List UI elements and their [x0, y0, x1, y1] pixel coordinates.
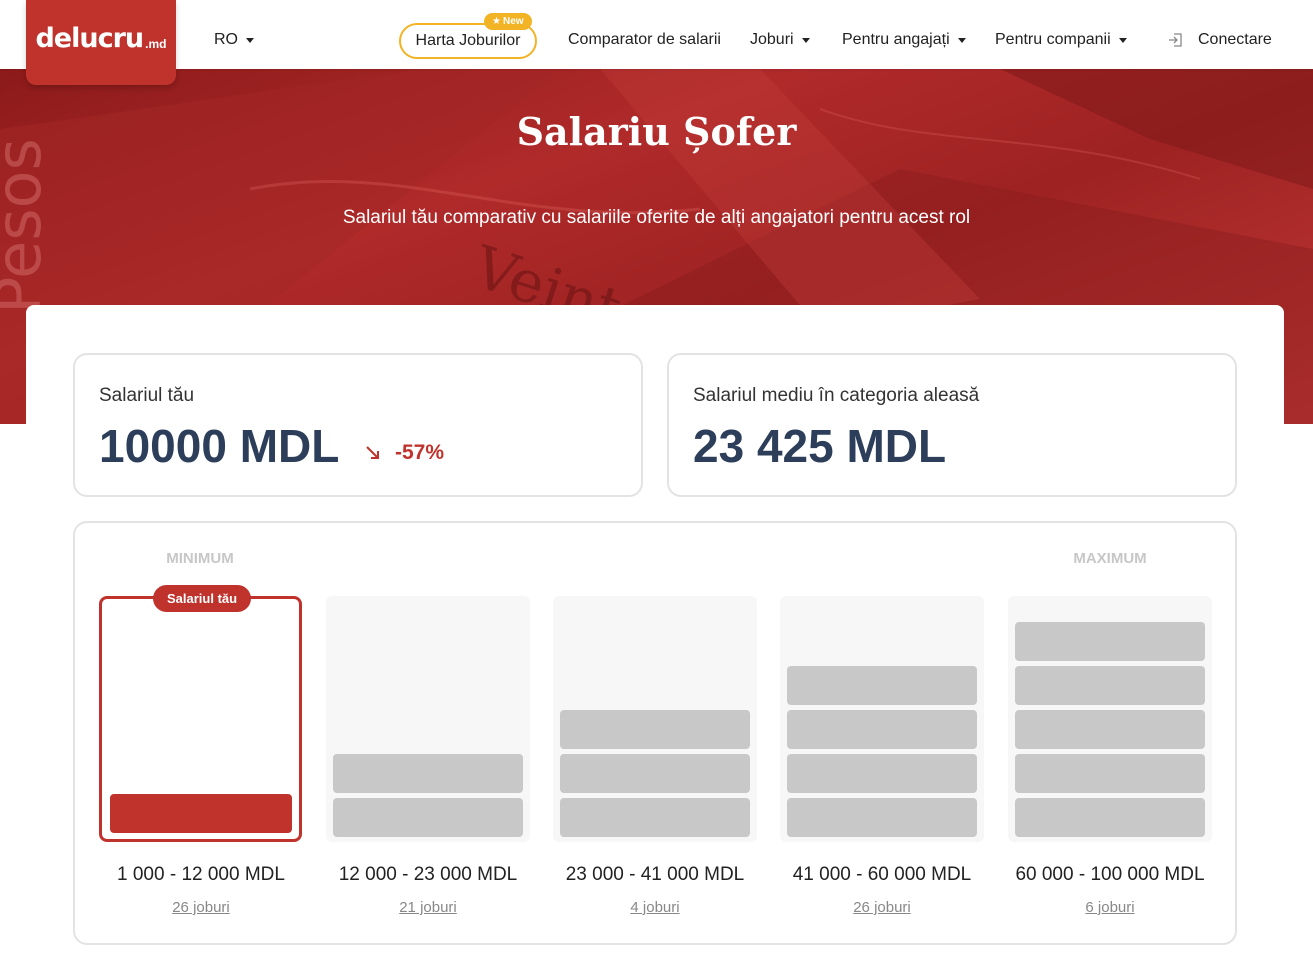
page-subtitle: Salariul tău comparativ cu salariile ofe… [342, 207, 971, 228]
bucket-range-label: 1 000 - 12 000 MDL [117, 864, 285, 885]
bucket-bar-block [1015, 798, 1205, 837]
new-badge-label: New [502, 16, 524, 27]
bucket-bar-block [1015, 666, 1205, 705]
bucket-bar-block [333, 754, 523, 793]
nav-salary-comparator-label: Comparator de salarii [568, 31, 721, 48]
new-badge: ★ New [484, 13, 532, 30]
bucket-bar-block [1015, 710, 1205, 749]
nav-jobs[interactable]: Joburi [750, 31, 810, 49]
bucket-bar-block [1015, 754, 1205, 793]
salary-difference-value: -57% [395, 441, 445, 464]
nav-salary-comparator[interactable]: Comparator de salarii [568, 31, 721, 49]
salary-bucket-column[interactable] [780, 596, 984, 842]
bucket-jobs-link[interactable]: 21 joburi [318, 899, 538, 916]
language-label: RO [214, 31, 238, 48]
bucket-bar-block [787, 710, 977, 749]
maximum-label: MAXIMUM [1073, 550, 1147, 567]
salary-bucket-column[interactable] [99, 596, 302, 842]
nav-for-companies-label: Pentru companii [995, 31, 1111, 48]
average-salary-value: 23 425 MDL [693, 420, 947, 472]
bucket-bar-block [560, 710, 750, 749]
star-icon: ★ [492, 16, 501, 27]
logo-tld: .md [145, 36, 167, 51]
nav-for-companies[interactable]: Pentru companii [995, 31, 1127, 49]
bucket-bar-block [787, 798, 977, 837]
bucket-bar-block [560, 754, 750, 793]
your-salary-box: Salariul tău 10000 MDL -57% [73, 353, 643, 497]
chevron-down-icon [957, 37, 966, 43]
salary-bucket-column[interactable] [1008, 596, 1212, 842]
bucket-bar-block [110, 794, 292, 833]
bucket-jobs-link[interactable]: 26 joburi [772, 899, 992, 916]
site-logo[interactable]: delucru .md [26, 0, 176, 85]
page-title: Salariu Șofer [516, 109, 797, 154]
salary-bucket-column[interactable] [553, 596, 757, 842]
logo-text: delucru [35, 23, 144, 54]
bucket-jobs-link[interactable]: 6 joburi [1000, 899, 1220, 916]
jobs-map-label: Harta Joburilor [415, 32, 521, 49]
salary-bucket-column[interactable] [326, 596, 530, 842]
bucket-bar-block [560, 798, 750, 837]
your-salary-badge: Salariul tău [153, 585, 252, 612]
your-salary-label: Salariul tău [99, 385, 195, 406]
minimum-label: MINIMUM [166, 550, 234, 567]
your-salary-value: 10000 MDL [99, 420, 340, 472]
bucket-bar-block [787, 666, 977, 705]
login-link[interactable]: Conectare [1168, 31, 1272, 49]
nav-for-employees[interactable]: Pentru angajați [842, 31, 966, 49]
bucket-bar-block [787, 754, 977, 793]
average-salary-label: Salariul mediu în categoria aleasă [693, 385, 980, 406]
language-selector[interactable]: RO [214, 31, 254, 49]
chevron-down-icon [801, 37, 810, 43]
login-icon [1169, 33, 1182, 47]
bucket-range-label: 23 000 - 41 000 MDL [565, 864, 745, 885]
top-header: delucru .md RO Harta Joburilor ★ New Compa… [0, 0, 1313, 85]
bucket-range-label: 60 000 - 100 000 MDL [1015, 864, 1205, 885]
chevron-down-icon [246, 37, 254, 43]
bucket-range-label: 41 000 - 60 000 MDL [792, 864, 972, 885]
nav-jobs-label: Joburi [750, 31, 794, 48]
bucket-bar-block [333, 798, 523, 837]
salary-difference: -57% [365, 441, 444, 465]
bucket-range-label: 12 000 - 23 000 MDL [338, 864, 518, 885]
bucket-jobs-link[interactable]: 26 joburi [91, 899, 311, 916]
bucket-jobs-link[interactable]: 4 joburi [545, 899, 765, 916]
login-label: Conectare [1198, 31, 1272, 48]
trend-down-icon [366, 446, 379, 459]
chevron-down-icon [1118, 37, 1127, 43]
bucket-bar-block [1015, 622, 1205, 661]
average-salary-box: Salariul mediu în categoria aleasă 23 42… [667, 353, 1237, 497]
nav-for-employees-label: Pentru angajați [842, 31, 950, 48]
